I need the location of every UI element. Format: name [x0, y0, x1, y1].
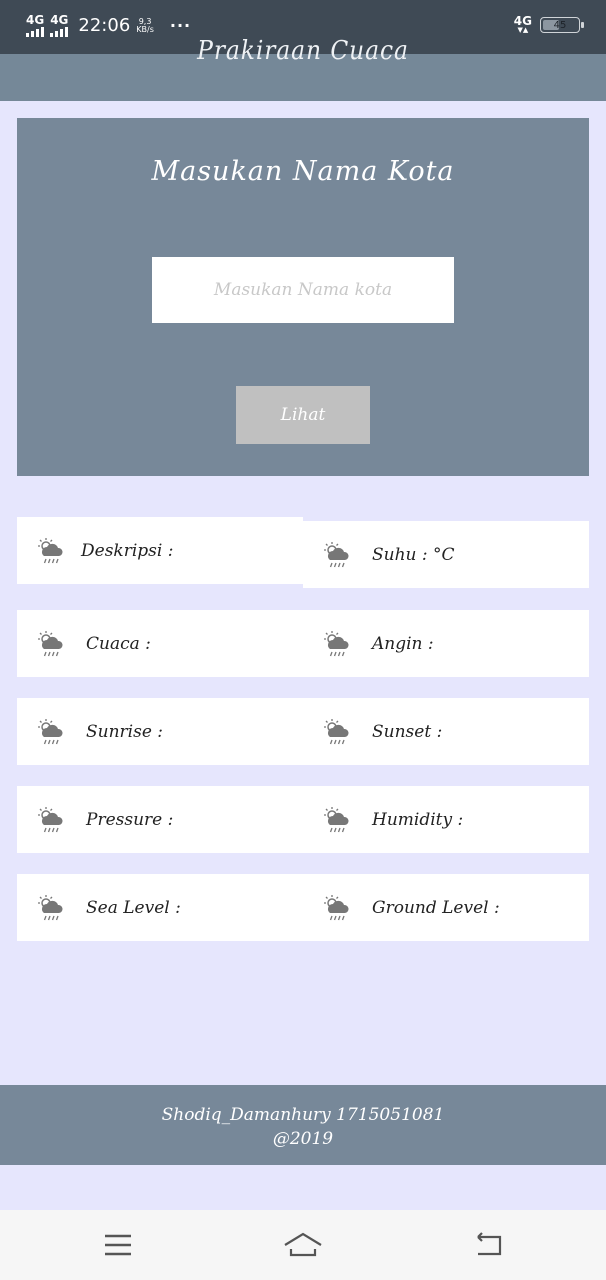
suhu-label: Suhu : °C	[372, 544, 455, 565]
mobile-data-icon: 4G ▼▲	[513, 14, 532, 34]
home-icon	[284, 1232, 322, 1257]
lihat-button[interactable]: Lihat	[236, 386, 370, 444]
info-card-pressure: Pressure :	[17, 786, 303, 853]
info-card-sunrise: Sunrise :	[17, 698, 303, 765]
clock: 22:06	[78, 15, 131, 36]
signal-icon-2: 4G	[50, 14, 68, 37]
humidity-label: Humidity :	[372, 809, 464, 830]
weather-icon	[38, 894, 63, 920]
info-card-sea-level: Sea Level :	[17, 874, 303, 941]
navigation-bar	[0, 1210, 606, 1280]
sunrise-label: Sunrise :	[86, 721, 164, 742]
network-speed: 9,3 KB/s	[136, 16, 154, 34]
footer: Shodiq_Damanhury 1715051081 @2019	[0, 1085, 606, 1165]
weather-icon	[324, 894, 349, 920]
sea-level-label: Sea Level :	[86, 897, 181, 918]
menu-icon	[105, 1234, 131, 1256]
search-card: Masukan Nama Kota Lihat	[17, 118, 589, 476]
weather-icon	[38, 630, 63, 656]
info-card-deskripsi: Deskripsi :	[17, 517, 303, 584]
battery-level: 45	[553, 19, 567, 31]
deskripsi-label: Deskripsi :	[81, 540, 174, 561]
angin-label: Angin :	[372, 633, 434, 654]
more-notifications-icon: ···	[169, 16, 192, 35]
info-card-sunset: Sunset :	[303, 698, 589, 765]
weather-icon	[324, 806, 349, 832]
signal-icon-1: 4G	[26, 14, 44, 37]
weather-icon	[38, 806, 63, 832]
page-title: Prakiraan Cuaca	[197, 36, 409, 66]
weather-icon	[38, 537, 63, 563]
battery-icon: 45	[540, 17, 584, 33]
sunset-label: Sunset :	[372, 721, 443, 742]
home-button[interactable]	[283, 1230, 323, 1260]
info-card-cuaca: Cuaca :	[17, 610, 303, 677]
search-heading: Masukan Nama Kota	[151, 156, 455, 187]
footer-credit: Shodiq_Damanhury 1715051081	[161, 1105, 445, 1125]
info-card-angin: Angin :	[303, 610, 589, 677]
cuaca-label: Cuaca :	[86, 633, 151, 654]
pressure-label: Pressure :	[86, 809, 174, 830]
weather-icon	[324, 630, 349, 656]
back-icon	[477, 1232, 502, 1256]
info-card-humidity: Humidity :	[303, 786, 589, 853]
weather-icon	[324, 541, 349, 567]
weather-icon	[324, 718, 349, 744]
footer-year: @2019	[272, 1129, 334, 1149]
menu-button[interactable]	[98, 1230, 138, 1260]
info-card-ground-level: Ground Level :	[303, 874, 589, 941]
info-card-suhu: Suhu : °C	[303, 521, 589, 588]
ground-level-label: Ground Level :	[372, 897, 500, 918]
city-input[interactable]	[152, 257, 454, 323]
weather-icon	[38, 718, 63, 744]
back-button[interactable]	[467, 1230, 507, 1260]
